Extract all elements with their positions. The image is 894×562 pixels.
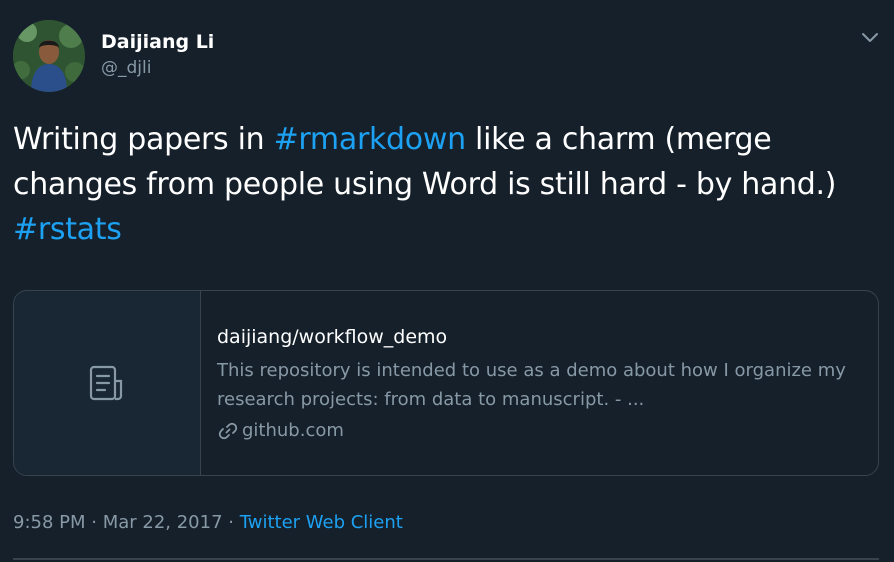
meta-separator: · bbox=[222, 512, 240, 533]
hashtag-rstats[interactable]: #rstats bbox=[13, 212, 122, 247]
link-icon bbox=[218, 422, 238, 440]
chevron-down-icon[interactable] bbox=[859, 26, 881, 48]
card-thumbnail bbox=[14, 291, 201, 475]
card-domain: github.com bbox=[217, 417, 858, 445]
tweet-text: Writing papers in #rmarkdown like a char… bbox=[13, 117, 881, 252]
tweet-header: Daijiang Li @_djli bbox=[13, 20, 883, 92]
divider bbox=[13, 558, 879, 560]
tweet-time[interactable]: 9:58 PM bbox=[13, 512, 86, 533]
tweet-source[interactable]: Twitter Web Client bbox=[240, 512, 403, 533]
tweet: Daijiang Li @_djli Writing papers in #rm… bbox=[0, 0, 894, 562]
card-title: daijiang/workflow_demo bbox=[217, 326, 448, 348]
link-card[interactable]: daijiang/workflow_demo This repository i… bbox=[13, 290, 879, 476]
document-icon bbox=[89, 365, 123, 401]
tweet-date[interactable]: Mar 22, 2017 bbox=[103, 512, 223, 533]
avatar[interactable] bbox=[13, 20, 85, 92]
card-body: daijiang/workflow_demo This repository i… bbox=[217, 323, 858, 445]
tweet-meta: 9:58 PM · Mar 22, 2017 · Twitter Web Cli… bbox=[13, 509, 403, 537]
tweet-text-part: Writing papers in bbox=[13, 122, 274, 157]
meta-separator: · bbox=[85, 512, 103, 533]
display-name[interactable]: Daijiang Li bbox=[101, 29, 214, 55]
user-names[interactable]: Daijiang Li @_djli bbox=[101, 29, 214, 80]
avatar-photo bbox=[13, 20, 85, 92]
hashtag-rmarkdown[interactable]: #rmarkdown bbox=[274, 122, 467, 157]
card-description: This repository is intended to use as a … bbox=[217, 360, 846, 410]
card-domain-text: github.com bbox=[242, 420, 344, 441]
user-handle[interactable]: @_djli bbox=[101, 56, 214, 80]
